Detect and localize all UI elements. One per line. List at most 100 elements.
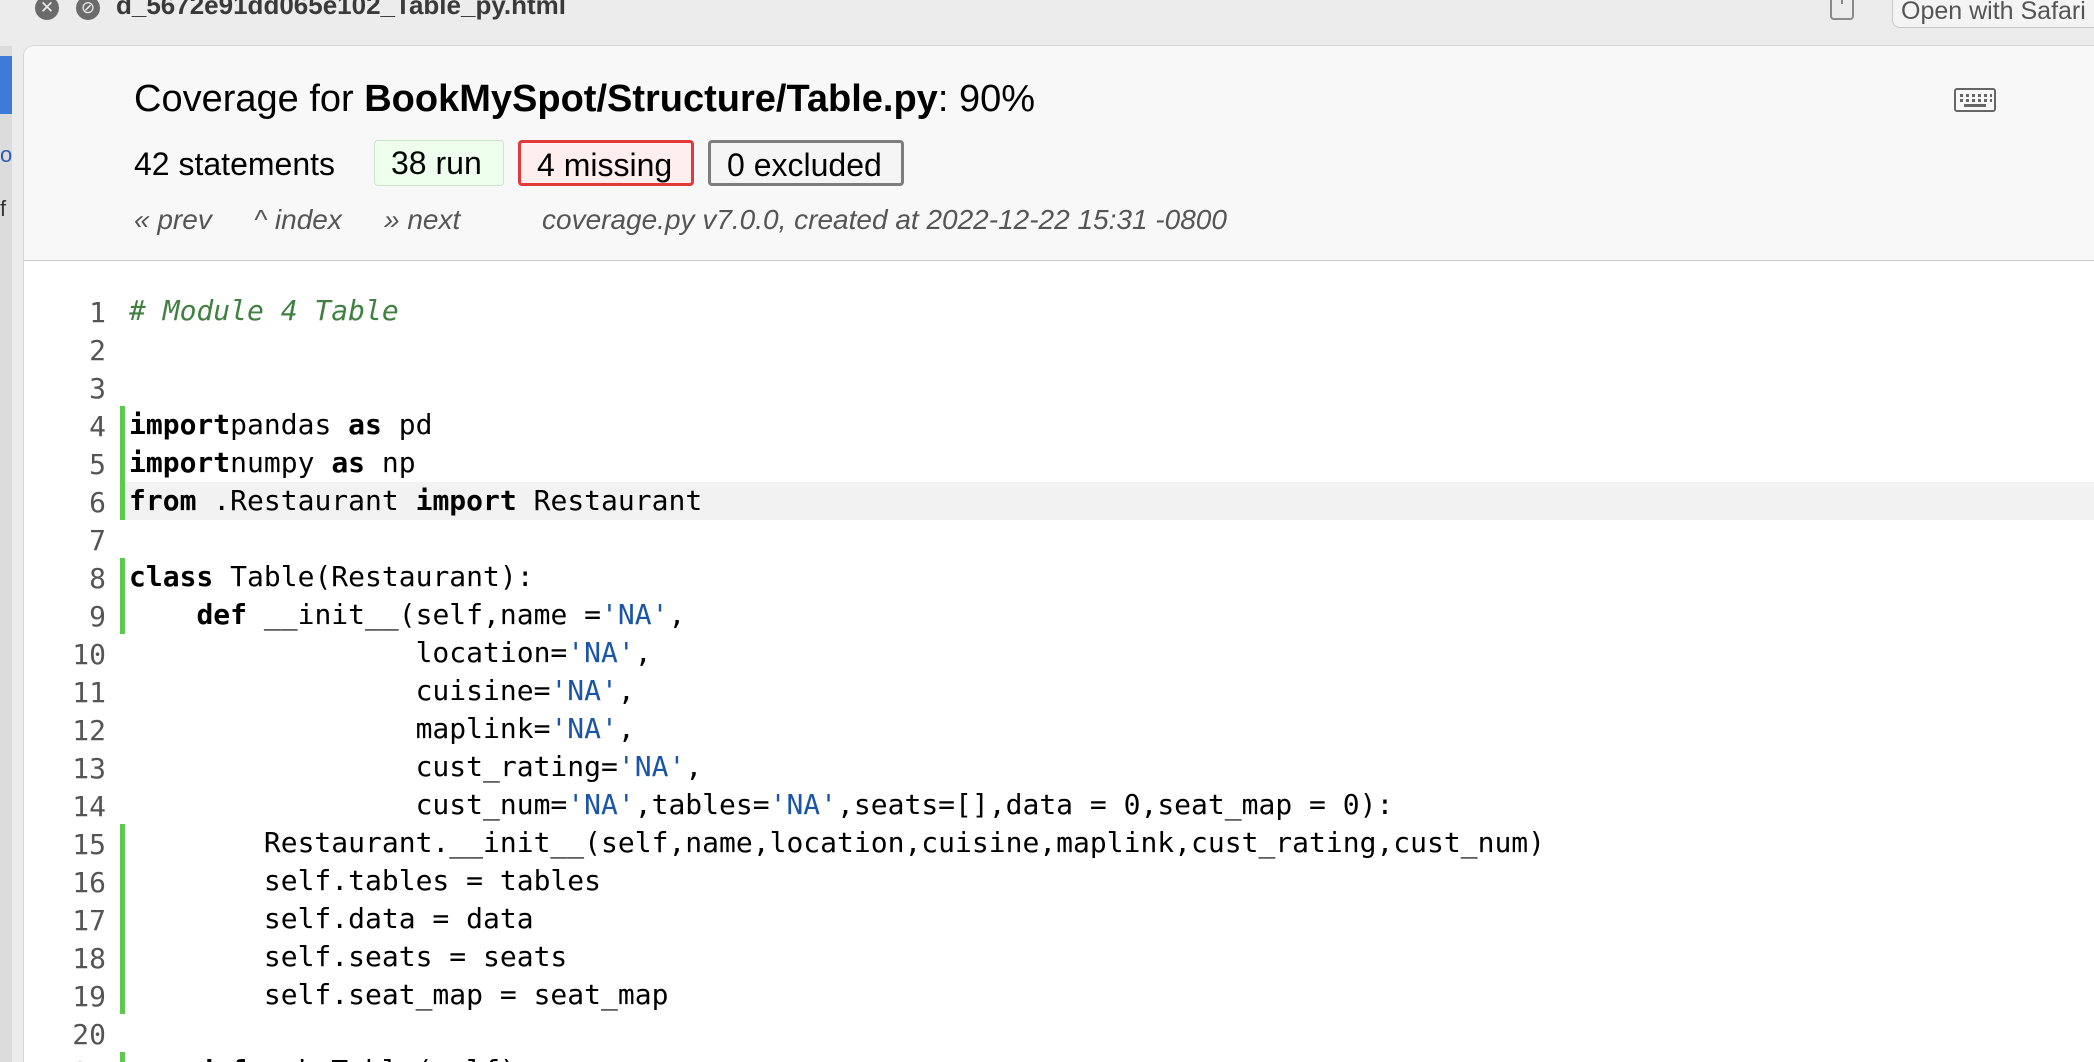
- code-line: 15 Restaurant.__init__(self,name,locatio…: [24, 824, 2094, 862]
- line-number[interactable]: 20: [46, 1018, 106, 1051]
- title-file: BookMySpot/Structure/Table.py: [364, 78, 938, 120]
- statements-count: 42 statements: [134, 146, 335, 182]
- line-number[interactable]: 18: [46, 942, 106, 975]
- quicklook-titlebar: ✕ ⊘ d_5672e91dd065e102_Table_py.html Ope…: [0, 0, 2094, 46]
- line-number[interactable]: 10: [46, 638, 106, 671]
- code-token: ,: [668, 598, 686, 631]
- code-line: 19 self.seat_map = seat_map: [24, 976, 2094, 1014]
- line-number[interactable]: 15: [46, 828, 106, 861]
- code-line: 5 importnumpy as np: [24, 444, 2094, 482]
- close-icon[interactable]: ✕: [35, 0, 59, 20]
- keyword-token: import: [415, 484, 517, 517]
- next-link[interactable]: » next: [384, 204, 460, 236]
- window-title: d_5672e91dd065e102_Table_py.html: [116, 0, 566, 20]
- line-number[interactable]: 12: [46, 714, 106, 747]
- code-token: ,: [634, 636, 652, 669]
- report-header: Coverage for BookMySpot/Structure/Table.…: [24, 46, 2094, 261]
- code-line: 11 cuisine='NA',: [24, 672, 2094, 710]
- code-line: 1 # Module 4 Table: [24, 292, 2094, 330]
- code-line: 8 class Table(Restaurant):: [24, 558, 2094, 596]
- line-number[interactable]: 13: [46, 752, 106, 785]
- line-number[interactable]: 3: [46, 372, 106, 405]
- line-source: [120, 368, 2094, 406]
- line-source: def makeTable(self):: [120, 1052, 2094, 1062]
- code-line: 3: [24, 368, 2094, 406]
- code-line: 21 def makeTable(self):: [24, 1052, 2094, 1062]
- line-source: self.seat_map = seat_map: [120, 976, 2094, 1014]
- keyword-token: def: [196, 1054, 247, 1062]
- line-number[interactable]: 16: [46, 866, 106, 899]
- line-number[interactable]: 1: [46, 296, 106, 329]
- keyword-token: class: [129, 560, 214, 593]
- keyword-token: import: [129, 408, 231, 441]
- code-token: ,: [685, 750, 703, 783]
- line-number[interactable]: 4: [46, 410, 106, 443]
- code-line: 13 cust_rating='NA',: [24, 748, 2094, 786]
- prev-link[interactable]: « prev: [134, 204, 212, 236]
- code-token: Table(Restaurant):: [213, 560, 534, 593]
- run-filter-button[interactable]: 38 run: [374, 140, 504, 186]
- code-line: 16 self.tables = tables: [24, 862, 2094, 900]
- missing-filter-button[interactable]: 4 missing: [518, 140, 694, 186]
- page-title: Coverage for BookMySpot/Structure/Table.…: [134, 78, 1035, 121]
- code-line: 7: [24, 520, 2094, 558]
- line-source: from .Restaurant import Restaurant: [120, 482, 2094, 520]
- string-token: 'NA': [617, 750, 686, 783]
- code-token: numpy: [230, 446, 332, 479]
- keyboard-icon[interactable]: [1954, 88, 1996, 112]
- string-token: 'NA': [567, 788, 635, 821]
- code-token: ,: [617, 674, 635, 707]
- line-source: self.seats = seats: [120, 938, 2094, 976]
- excluded-filter-button[interactable]: 0 excluded: [708, 140, 904, 186]
- code-token: np: [365, 446, 416, 479]
- line-source: def __init__(self,name ='NA',: [120, 596, 2094, 634]
- code-line: 2: [24, 330, 2094, 368]
- line-number[interactable]: 14: [46, 790, 106, 823]
- line-source: importpandas as pd: [120, 406, 2094, 444]
- code-token: Restaurant.__init__(self,name,location,c…: [129, 826, 1546, 859]
- line-source: cuisine='NA',: [120, 672, 2094, 710]
- line-source: maplink='NA',: [120, 710, 2094, 748]
- keyword-token: import: [129, 446, 231, 479]
- line-source: cust_rating='NA',: [120, 748, 2094, 786]
- line-source: [120, 330, 2094, 368]
- code-token: Restaurant: [516, 484, 703, 517]
- open-with-safari-button[interactable]: Open with Safari: [1892, 0, 2094, 28]
- code-line: 6 from .Restaurant import Restaurant: [24, 482, 2094, 520]
- line-source: [120, 1014, 2094, 1052]
- keyword-token: as: [348, 408, 382, 441]
- source-code: 1 # Module 4 Table 2 3 4 importpandas as pd 5 i…: [24, 292, 2094, 1062]
- line-number[interactable]: 9: [46, 600, 106, 633]
- keyword-token: from: [129, 484, 197, 517]
- code-line: 4 importpandas as pd: [24, 406, 2094, 444]
- line-number[interactable]: 6: [46, 486, 106, 519]
- background-window: o f: [0, 46, 12, 1062]
- line-number[interactable]: 2: [46, 334, 106, 367]
- index-link[interactable]: ^ index: [254, 204, 342, 236]
- line-source: # Module 4 Table: [120, 292, 2094, 330]
- share-icon[interactable]: [1830, 0, 1854, 20]
- line-number[interactable]: 5: [46, 448, 106, 481]
- code-token: self.seats = seats: [129, 940, 568, 973]
- code-line: 17 self.data = data: [24, 900, 2094, 938]
- line-source: [120, 520, 2094, 558]
- string-token: 'NA': [550, 712, 618, 745]
- code-token: ,tables=: [634, 788, 770, 821]
- line-number[interactable]: 7: [46, 524, 106, 557]
- code-token: cust_num=: [129, 788, 568, 821]
- line-number[interactable]: 21: [46, 1056, 106, 1062]
- line-source: class Table(Restaurant):: [120, 558, 2094, 596]
- line-source: importnumpy as np: [120, 444, 2094, 482]
- fullscreen-icon[interactable]: ⊘: [76, 0, 100, 20]
- line-number[interactable]: 17: [46, 904, 106, 937]
- coverage-info: coverage.py v7.0.0, created at 2022-12-2…: [542, 204, 1227, 235]
- line-number[interactable]: 11: [46, 676, 106, 709]
- code-line: 20: [24, 1014, 2094, 1052]
- line-number[interactable]: 8: [46, 562, 106, 595]
- line-number[interactable]: 19: [46, 980, 106, 1013]
- code-token: pandas: [230, 408, 349, 441]
- background-window-text: o: [0, 142, 13, 167]
- line-source: cust_num='NA',tables='NA',seats=[],data …: [120, 786, 2094, 824]
